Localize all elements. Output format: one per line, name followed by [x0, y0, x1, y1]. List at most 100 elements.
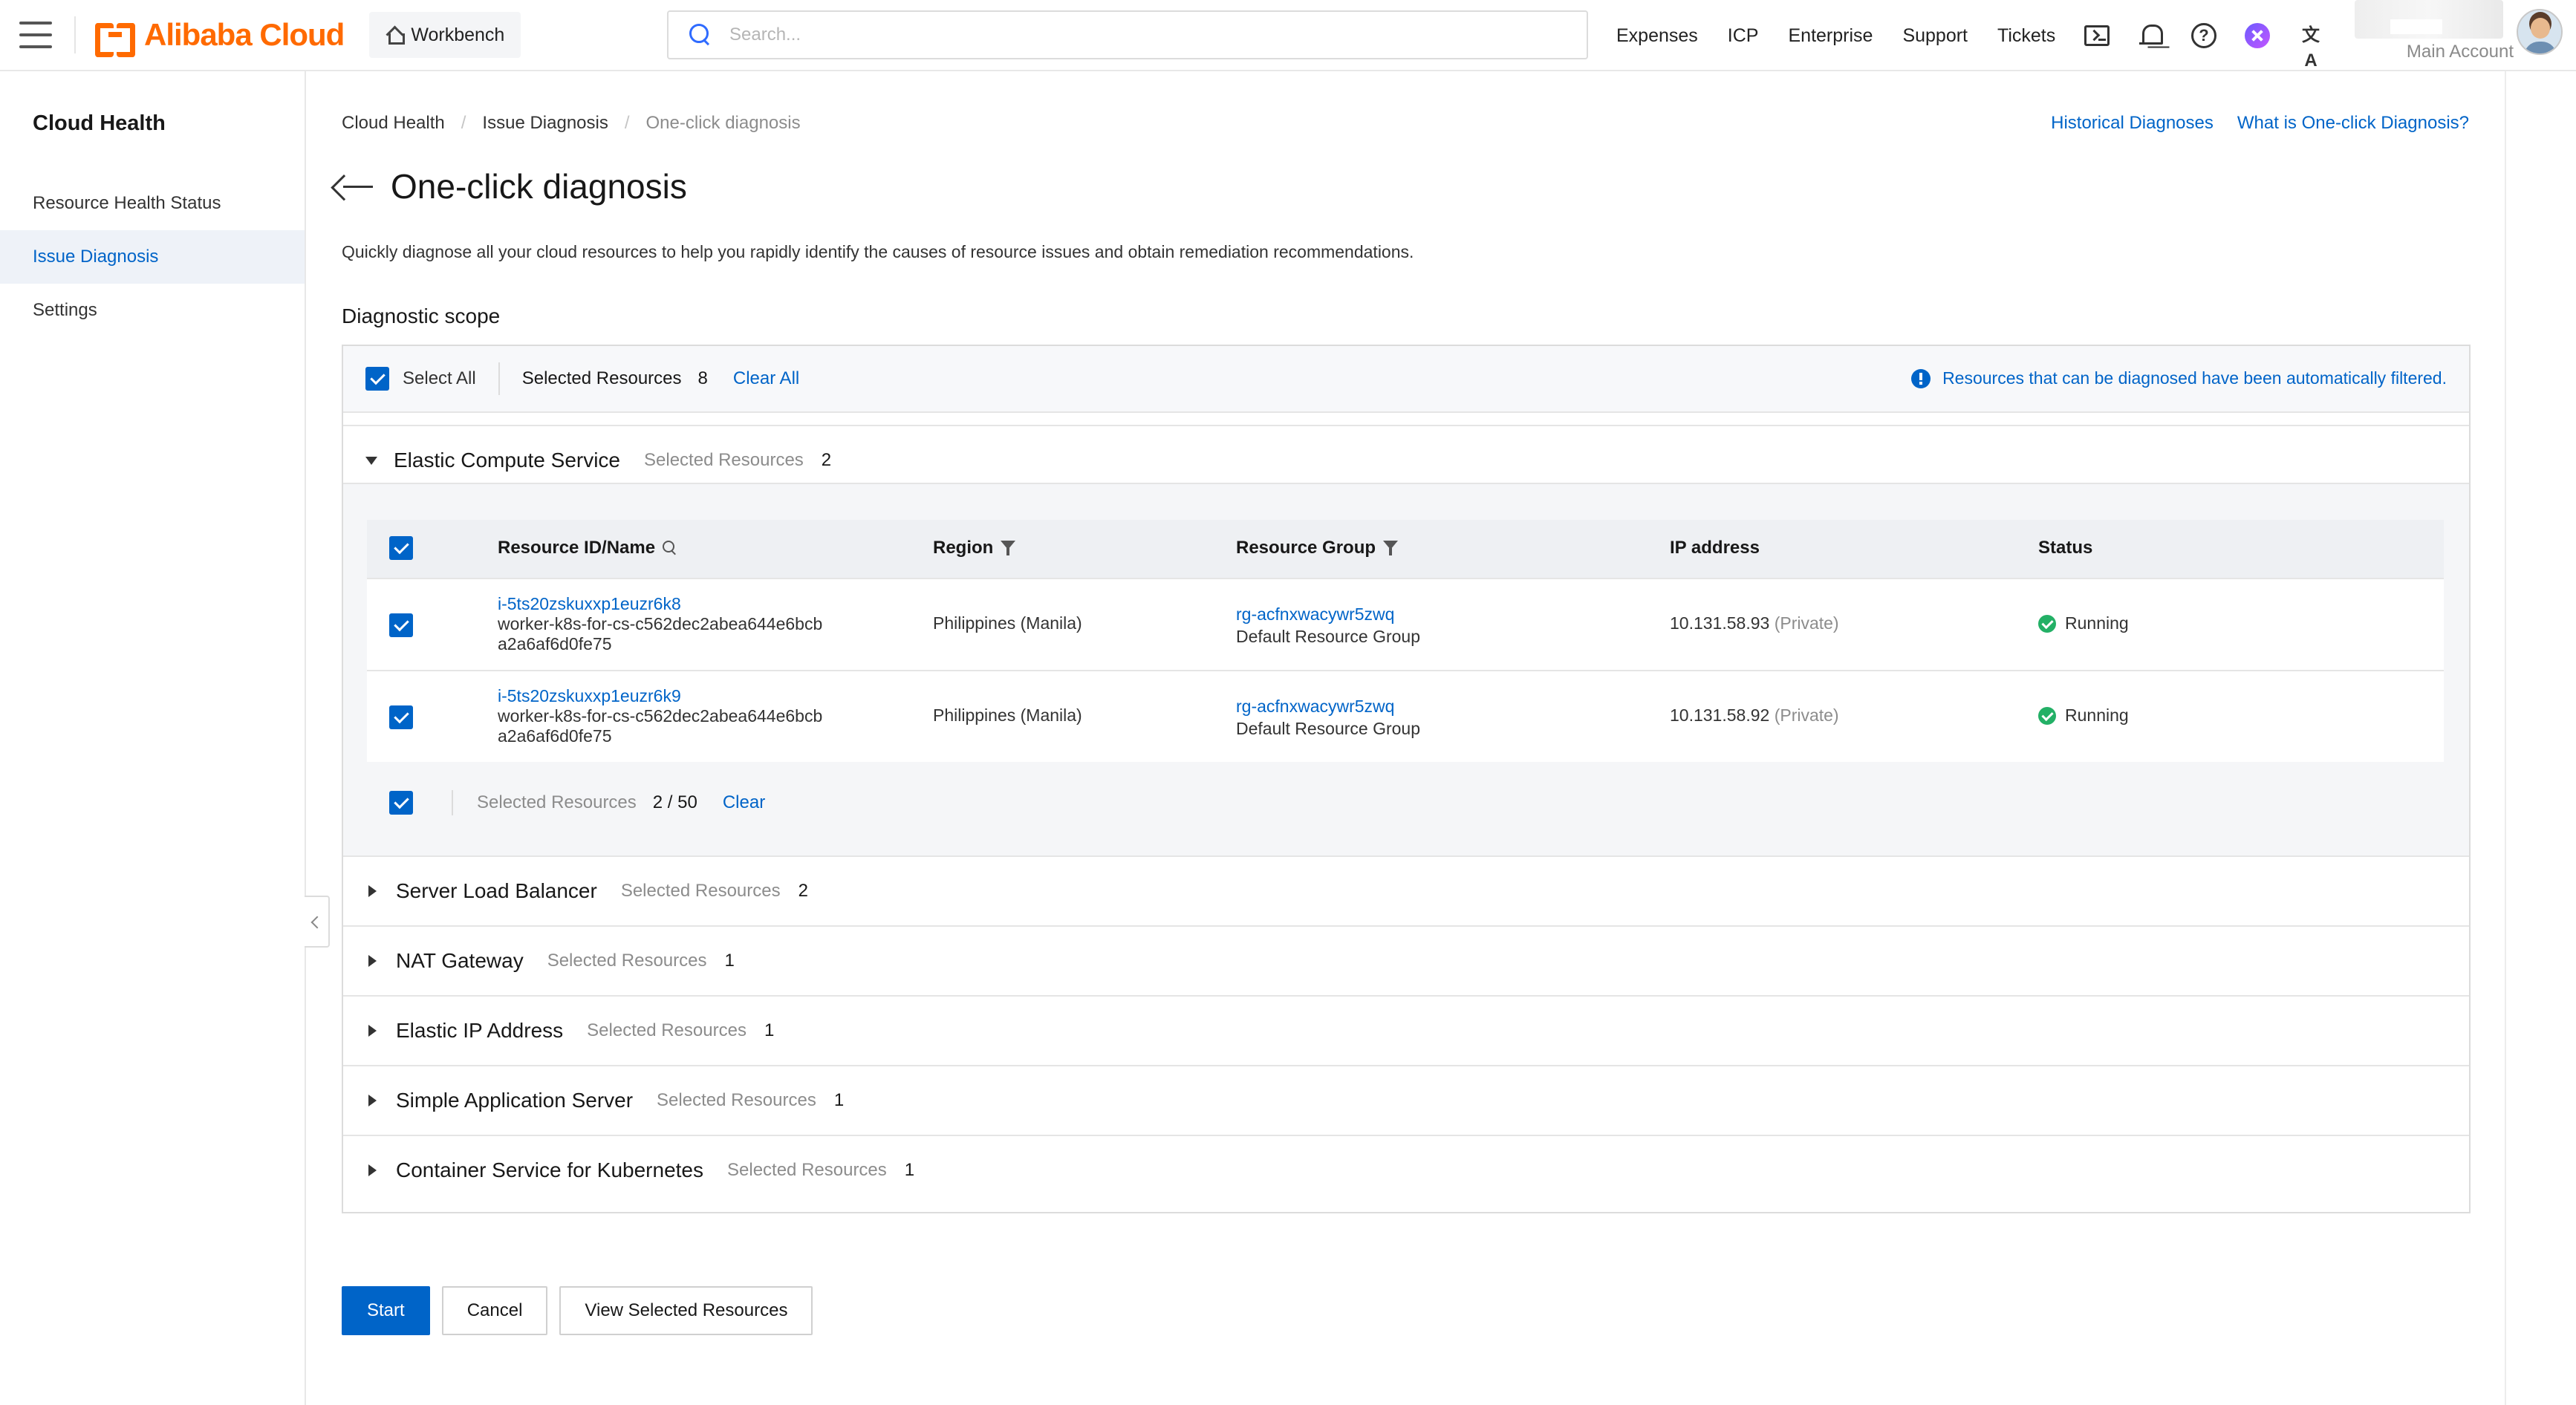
search-icon[interactable] — [663, 541, 677, 555]
header-checkbox[interactable] — [389, 536, 413, 560]
select-all-label[interactable]: Select All — [403, 368, 476, 389]
terminal-icon[interactable] — [2084, 25, 2110, 46]
account-label: Main Account — [2406, 42, 2514, 62]
row-checkbox[interactable] — [389, 705, 413, 729]
caret-down-icon[interactable] — [365, 456, 377, 465]
resource-id-link[interactable]: i-5ts20zskuxxp1euzr6k8 — [498, 594, 822, 614]
view-selected-resources-button[interactable]: View Selected Resources — [559, 1286, 813, 1335]
diagnostic-scope: Select All Selected Resources 8 Clear Al… — [342, 345, 2471, 1213]
logo-icon — [95, 23, 135, 57]
column-resource-id: Resource ID/Name — [498, 538, 677, 558]
nav-enterprise[interactable]: Enterprise — [1788, 25, 1873, 47]
resource-name: worker-k8s-for-cs-c562dec2abea644e6bcb — [498, 706, 823, 726]
service-selected-count: 1 — [724, 951, 735, 971]
service-selected-count: 1 — [833, 1090, 845, 1110]
service-name: Simple Application Server — [396, 1089, 634, 1112]
table-row: i-5ts20zskuxxp1euzr6k8 worker-k8s-for-cs… — [367, 578, 2444, 670]
service-row-nat-gateway[interactable]: NAT Gateway Selected Resources 1 — [343, 925, 2469, 995]
page-select-checkbox[interactable] — [389, 791, 413, 815]
divider — [2505, 71, 2506, 1405]
search-input[interactable] — [729, 25, 1546, 45]
region-cell: Philippines (Manila) — [933, 613, 1082, 633]
breadcrumb-issue-diagnosis[interactable]: Issue Diagnosis — [482, 113, 608, 134]
alibaba-cloud-logo[interactable]: Alibaba Cloud — [95, 17, 345, 57]
resource-id-link[interactable]: i-5ts20zskuxxp1euzr6k9 — [498, 686, 822, 706]
ip-type: (Private) — [1774, 705, 1839, 725]
breadcrumb-separator: / — [624, 113, 630, 133]
column-status: Status — [2038, 538, 2093, 558]
global-search[interactable] — [667, 10, 1588, 59]
nav-support[interactable]: Support — [1902, 25, 1968, 47]
select-all-bar: Select All Selected Resources 8 Clear Al… — [343, 346, 2469, 413]
filter-icon[interactable] — [1001, 539, 1016, 557]
service-row-simple-app-server[interactable]: Simple Application Server Selected Resou… — [343, 1065, 2469, 1135]
clear-all-button[interactable]: Clear All — [733, 368, 799, 389]
service-row-eip[interactable]: Elastic IP Address Selected Resources 1 — [343, 995, 2469, 1065]
table-header: Resource ID/Name Region Resource Group I… — [367, 520, 2444, 578]
caret-right-icon[interactable] — [368, 885, 377, 897]
selected-resources-count: 2 / 50 — [652, 792, 697, 812]
nav-tickets[interactable]: Tickets — [1997, 25, 2055, 47]
ai-assistant-icon[interactable] — [2245, 23, 2270, 48]
resource-name: a2a6af6d0fe75 — [498, 726, 612, 746]
workbench-button[interactable]: Workbench — [369, 12, 521, 58]
nav-icp[interactable]: ICP — [1728, 25, 1759, 47]
ip-type: (Private) — [1774, 613, 1839, 633]
service-name: Server Load Balancer — [396, 879, 597, 902]
column-label: Region — [933, 538, 994, 558]
caret-right-icon[interactable] — [368, 1095, 377, 1106]
sidebar-item-issue-diagnosis[interactable]: Issue Diagnosis — [0, 230, 305, 284]
sidebar-item-resource-health-status[interactable]: Resource Health Status — [0, 177, 305, 230]
account-menu[interactable]: Main Account — [2355, 0, 2514, 71]
bell-icon[interactable] — [2138, 23, 2163, 48]
column-resource-group: Resource Group — [1236, 538, 1399, 558]
filter-icon[interactable] — [1383, 539, 1399, 557]
help-icon[interactable]: ? — [2191, 23, 2216, 48]
status-text: Running — [2065, 613, 2129, 633]
caret-right-icon[interactable] — [368, 1025, 377, 1037]
divider — [74, 16, 76, 53]
clear-button[interactable]: Clear — [723, 792, 765, 813]
start-button[interactable]: Start — [342, 1286, 430, 1335]
search-icon — [689, 24, 712, 46]
avatar[interactable] — [2517, 9, 2563, 55]
nav-expenses[interactable]: Expenses — [1616, 25, 1698, 47]
service-selected-count: 1 — [764, 1020, 775, 1040]
service-selected-label: Selected Resources — [727, 1160, 887, 1180]
service-row-slb[interactable]: Server Load Balancer Selected Resources … — [343, 855, 2469, 925]
service-selected-label: Selected Resources — [587, 1020, 747, 1040]
back-arrow-icon[interactable] — [342, 173, 374, 200]
page-description: Quickly diagnose all your cloud resource… — [342, 242, 1414, 261]
ip-address: 10.131.58.92 — [1670, 705, 1770, 725]
selected-resources-label: Selected Resources — [521, 368, 682, 388]
info-icon — [1911, 368, 1931, 388]
resource-group-link[interactable]: rg-acfnxwacywr5zwq — [1236, 603, 1420, 625]
region-cell: Philippines (Manila) — [933, 705, 1082, 725]
resource-id-cell: i-5ts20zskuxxp1euzr6k9 worker-k8s-for-cs… — [498, 686, 822, 746]
row-checkbox[interactable] — [389, 613, 413, 637]
cancel-button[interactable]: Cancel — [441, 1286, 548, 1335]
service-name: Container Service for Kubernetes — [396, 1158, 703, 1181]
service-selected-count: 2 — [798, 881, 808, 901]
menu-icon[interactable] — [19, 22, 52, 48]
page-title: One-click diagnosis — [391, 167, 687, 206]
account-name-redacted — [2355, 0, 2503, 39]
sidebar-item-settings[interactable]: Settings — [0, 284, 305, 337]
caret-right-icon[interactable] — [368, 955, 377, 967]
historical-diagnoses-link[interactable]: Historical Diagnoses — [2051, 113, 2214, 134]
column-region: Region — [933, 538, 1016, 558]
service-name: Elastic Compute Service — [394, 449, 621, 472]
resource-group-name: Default Resource Group — [1236, 719, 1421, 738]
table-row: i-5ts20zskuxxp1euzr6k9 worker-k8s-for-cs… — [367, 670, 2444, 762]
workbench-label: Workbench — [411, 24, 505, 45]
breadcrumb-cloud-health[interactable]: Cloud Health — [342, 113, 445, 134]
language-icon[interactable]: 文A — [2298, 23, 2323, 71]
select-all-checkbox[interactable] — [365, 367, 389, 391]
check-circle-icon — [2038, 614, 2056, 633]
resource-id-cell: i-5ts20zskuxxp1euzr6k8 worker-k8s-for-cs… — [498, 594, 822, 654]
service-row-kubernetes[interactable]: Container Service for Kubernetes Selecte… — [343, 1135, 2469, 1204]
what-is-diagnosis-link[interactable]: What is One-click Diagnosis? — [2237, 113, 2469, 134]
caret-right-icon[interactable] — [368, 1164, 377, 1176]
service-selected-label: Selected Resources — [644, 450, 804, 470]
resource-group-link[interactable]: rg-acfnxwacywr5zwq — [1236, 695, 1420, 717]
